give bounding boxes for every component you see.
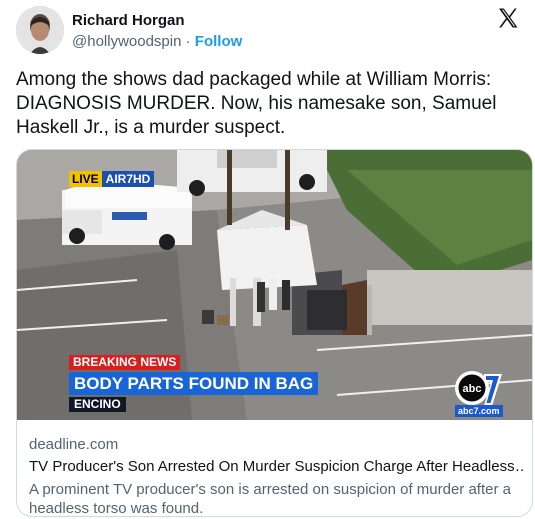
card-domain[interactable]: deadline.com <box>29 436 118 453</box>
link-card[interactable]: LIVE AIR7HD BREAKING NEWS BODY PARTS FOU… <box>16 149 533 517</box>
author-handle-row: @hollywoodspin · Follow <box>72 33 242 50</box>
location-label: ENCINO <box>69 397 126 412</box>
svg-text:abc: abc <box>463 383 482 395</box>
follow-button[interactable]: Follow <box>195 33 243 50</box>
separator-dot: · <box>185 33 191 50</box>
card-description: A prominent TV producer's son is arreste… <box>29 481 511 517</box>
author-handle[interactable]: @hollywoodspin <box>72 33 181 50</box>
x-logo-icon[interactable] <box>496 6 520 30</box>
news-headline: BODY PARTS FOUND IN BAG <box>69 372 319 395</box>
live-label: LIVE <box>69 171 102 187</box>
lower-third-banner: BREAKING NEWS BODY PARTS FOUND IN BAG EN… <box>69 353 319 413</box>
tweet-text: Among the shows dad packaged while at Wi… <box>16 69 497 138</box>
author-avatar[interactable] <box>16 6 64 54</box>
live-indicator: LIVE AIR7HD <box>69 171 155 187</box>
tweet-header: Richard Horgan @hollywoodspin · Follow <box>16 4 535 60</box>
author-name[interactable]: Richard Horgan <box>72 12 185 29</box>
card-title[interactable]: TV Producer's Son Arrested On Murder Sus… <box>29 458 524 475</box>
channel-url: abc7.com <box>455 405 503 417</box>
news-video-frame[interactable]: LIVE AIR7HD BREAKING NEWS BODY PARTS FOU… <box>17 150 532 420</box>
breaking-news-label: BREAKING NEWS <box>69 355 181 370</box>
air7hd-label: AIR7HD <box>101 171 155 187</box>
